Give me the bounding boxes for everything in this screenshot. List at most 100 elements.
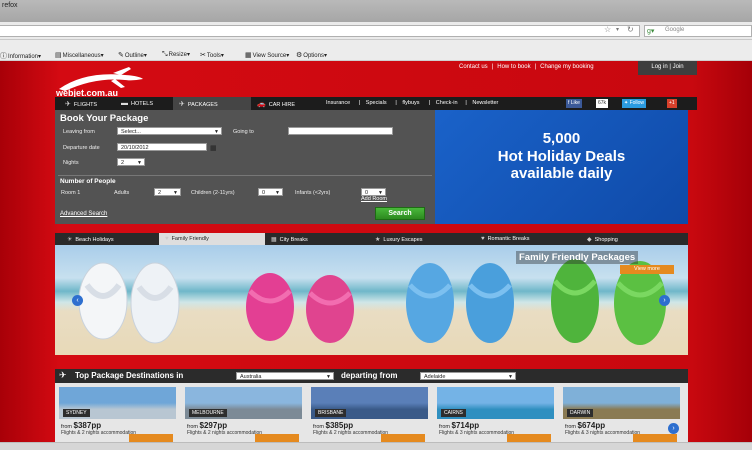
toolbar-item-label: Information xyxy=(8,54,39,60)
leaving-from-select[interactable]: Select... ▼ xyxy=(117,127,222,135)
chevron-down-icon: ▼ xyxy=(137,160,142,166)
toolbar-item-outline[interactable]: ✎Outline▾ xyxy=(118,51,147,59)
add-room-link[interactable]: Add Room xyxy=(361,196,387,202)
destination-image[interactable]: SYDNEY xyxy=(59,387,176,419)
destination-note: Flights & 2 nights accommodation xyxy=(61,430,137,436)
view-deal-button[interactable] xyxy=(633,434,677,442)
top-link[interactable]: Contact us xyxy=(459,64,488,70)
search-button[interactable]: Search xyxy=(375,207,425,220)
view-deal-button[interactable] xyxy=(381,434,425,442)
destination-note: Flights & 3 nights accommodation xyxy=(439,430,515,436)
toolbar-item-label: Outline xyxy=(124,53,144,59)
link-separator: | xyxy=(465,100,467,106)
category-tab-beach-holidays[interactable]: ☀ Beach Holidays xyxy=(61,233,159,245)
category-tab-shopping[interactable]: ◆ Shopping xyxy=(581,233,681,245)
destination-note: Flights & 2 nights accommodation xyxy=(313,430,389,436)
toolbar-item-label: Options xyxy=(303,53,324,59)
plane-icon: ✈ xyxy=(59,370,67,380)
toolbar-item-label: View Source xyxy=(252,53,287,59)
children-select[interactable]: 0 ▼ xyxy=(258,188,283,196)
adults-value: 2 xyxy=(158,190,162,196)
category-tab-luxury-escapes[interactable]: ★ Luxury Escapes xyxy=(369,233,475,245)
dropdown-icon[interactable]: ▾ xyxy=(616,26,619,33)
nav-link-check-in[interactable]: Check-in xyxy=(436,100,458,106)
toolbar-item-information[interactable]: ⓘInformation▾ xyxy=(0,51,41,61)
top-link[interactable]: Change my booking xyxy=(540,64,593,70)
google-plus-button[interactable]: +1 xyxy=(667,99,677,108)
chevron-down-icon: ▼ xyxy=(275,190,280,196)
nav-link-insurance[interactable]: Insurance xyxy=(326,100,350,106)
prev-arrow-icon[interactable]: ‹ xyxy=(72,295,83,306)
promo-line-3: available daily xyxy=(510,165,613,182)
nav-link-specials[interactable]: Specials xyxy=(366,100,387,106)
destination-card[interactable]: SYDNEY from $387pp Flights & 2 nights acco… xyxy=(59,387,176,442)
link-separator: | xyxy=(534,64,537,70)
chevron-down-icon: ▾ xyxy=(286,53,290,59)
calendar-icon[interactable]: ▦ xyxy=(210,144,217,152)
toolbar-item-label: Tools xyxy=(206,53,221,59)
browser-titlebar: refox xyxy=(0,0,752,22)
destination-image[interactable]: BRISBANE xyxy=(311,387,428,419)
advanced-search-link[interactable]: Advanced Search xyxy=(60,211,107,217)
destination-card[interactable]: DARWIN from $674pp Flights & 3 nights acco… xyxy=(563,387,680,442)
star-icon: ★ xyxy=(375,237,381,243)
toolbar-item-view-source[interactable]: ▦View Source▾ xyxy=(245,51,289,59)
hero-banner[interactable]: Family Friendly Packages View more ‹ › xyxy=(55,245,688,355)
price-value: $385pp xyxy=(325,421,354,430)
google-icon[interactable]: g▾ xyxy=(647,27,654,35)
category-tab-city-breaks[interactable]: ▦ City Breaks xyxy=(265,233,369,245)
children-value: 0 xyxy=(262,190,266,196)
destination-card[interactable]: MELBOURNE from $297pp Flights & 2 nights a… xyxy=(185,387,302,442)
bookmark-star-icon[interactable]: ☆ xyxy=(604,25,611,34)
nights-select[interactable]: 2 ▼ xyxy=(117,158,145,166)
departure-date-input[interactable]: 20/10/2012 xyxy=(117,143,207,151)
adults-select[interactable]: 2 ▼ xyxy=(154,188,181,196)
nav-tab-flights[interactable]: ✈ FLIGHTS xyxy=(59,97,115,110)
view-deal-button[interactable] xyxy=(255,434,299,442)
category-tab-label: Shopping xyxy=(594,237,618,243)
address-bar[interactable] xyxy=(0,25,640,37)
category-tab-family-friendly[interactable]: ♥ Family Friendly xyxy=(159,233,265,245)
country-value: Australia xyxy=(240,374,262,380)
destination-card[interactable]: BRISBANE from $385pp Flights & 2 nights ac… xyxy=(311,387,428,442)
nav-link-flybuys[interactable]: flybuys xyxy=(402,100,419,106)
main-navigation: ✈ FLIGHTS ▬ HOTELS ✈ PACKAGES 🚗 CAR HIRE Insuran… xyxy=(55,97,697,110)
heart-icon: ♥ xyxy=(481,236,485,242)
nav-link-newsletter[interactable]: Newsletter xyxy=(472,100,498,106)
destination-card[interactable]: CAIRNS from $714pp Flights & 3 nights acco… xyxy=(437,387,554,442)
promo-banner[interactable]: 5,000 Hot Holiday Deals available daily xyxy=(435,110,688,224)
departing-select[interactable]: Adelaide ▼ xyxy=(420,372,516,380)
view-deal-button[interactable] xyxy=(129,434,173,442)
view-deal-button[interactable] xyxy=(507,434,551,442)
destination-name: MELBOURNE xyxy=(189,409,227,417)
view-more-button[interactable]: View more xyxy=(620,265,674,274)
bag-icon: ◆ xyxy=(587,237,592,243)
tools-icon: ✂ xyxy=(200,52,206,59)
price-value: $387pp xyxy=(73,421,102,430)
toolbar-item-resize[interactable]: ⤡Resize▾ xyxy=(162,51,190,59)
reload-icon[interactable]: ↻ xyxy=(627,25,634,34)
destination-note: Flights & 3 nights accommodation xyxy=(565,430,641,436)
top-link[interactable]: How to book xyxy=(497,64,530,70)
nav-tab-hotels[interactable]: ▬ HOTELS xyxy=(115,97,173,110)
infants-select[interactable]: 0 ▼ xyxy=(361,188,386,196)
going-to-input[interactable] xyxy=(288,127,393,135)
nav-tab-packages[interactable]: ✈ PACKAGES xyxy=(173,97,251,110)
destination-image[interactable]: CAIRNS xyxy=(437,387,554,419)
next-arrow-icon[interactable]: › xyxy=(659,295,670,306)
facebook-like-button[interactable]: f Like xyxy=(566,99,582,108)
twitter-follow-button[interactable]: ✦ Follow xyxy=(622,99,647,108)
destination-image[interactable]: DARWIN xyxy=(563,387,680,419)
destination-image[interactable]: MELBOURNE xyxy=(185,387,302,419)
departure-date-label: Departure date xyxy=(63,145,100,151)
login-join-button[interactable]: Log in | Join xyxy=(638,61,697,75)
nav-tab-car-hire[interactable]: 🚗 CAR HIRE xyxy=(251,97,317,110)
category-tab-romantic-breaks[interactable]: ♥ Romantic Breaks xyxy=(475,233,581,245)
outline-icon: ✎ xyxy=(118,52,124,59)
car-icon: 🚗 xyxy=(257,101,266,108)
country-select[interactable]: Australia ▼ xyxy=(236,372,334,380)
toolbar-item-miscellaneous[interactable]: ▤Miscellaneous▾ xyxy=(55,51,104,59)
search-input[interactable]: g▾ Google xyxy=(644,25,752,37)
toolbar-item-options[interactable]: ⚙Options▾ xyxy=(296,51,327,59)
toolbar-item-tools[interactable]: ✂Tools▾ xyxy=(200,51,224,59)
